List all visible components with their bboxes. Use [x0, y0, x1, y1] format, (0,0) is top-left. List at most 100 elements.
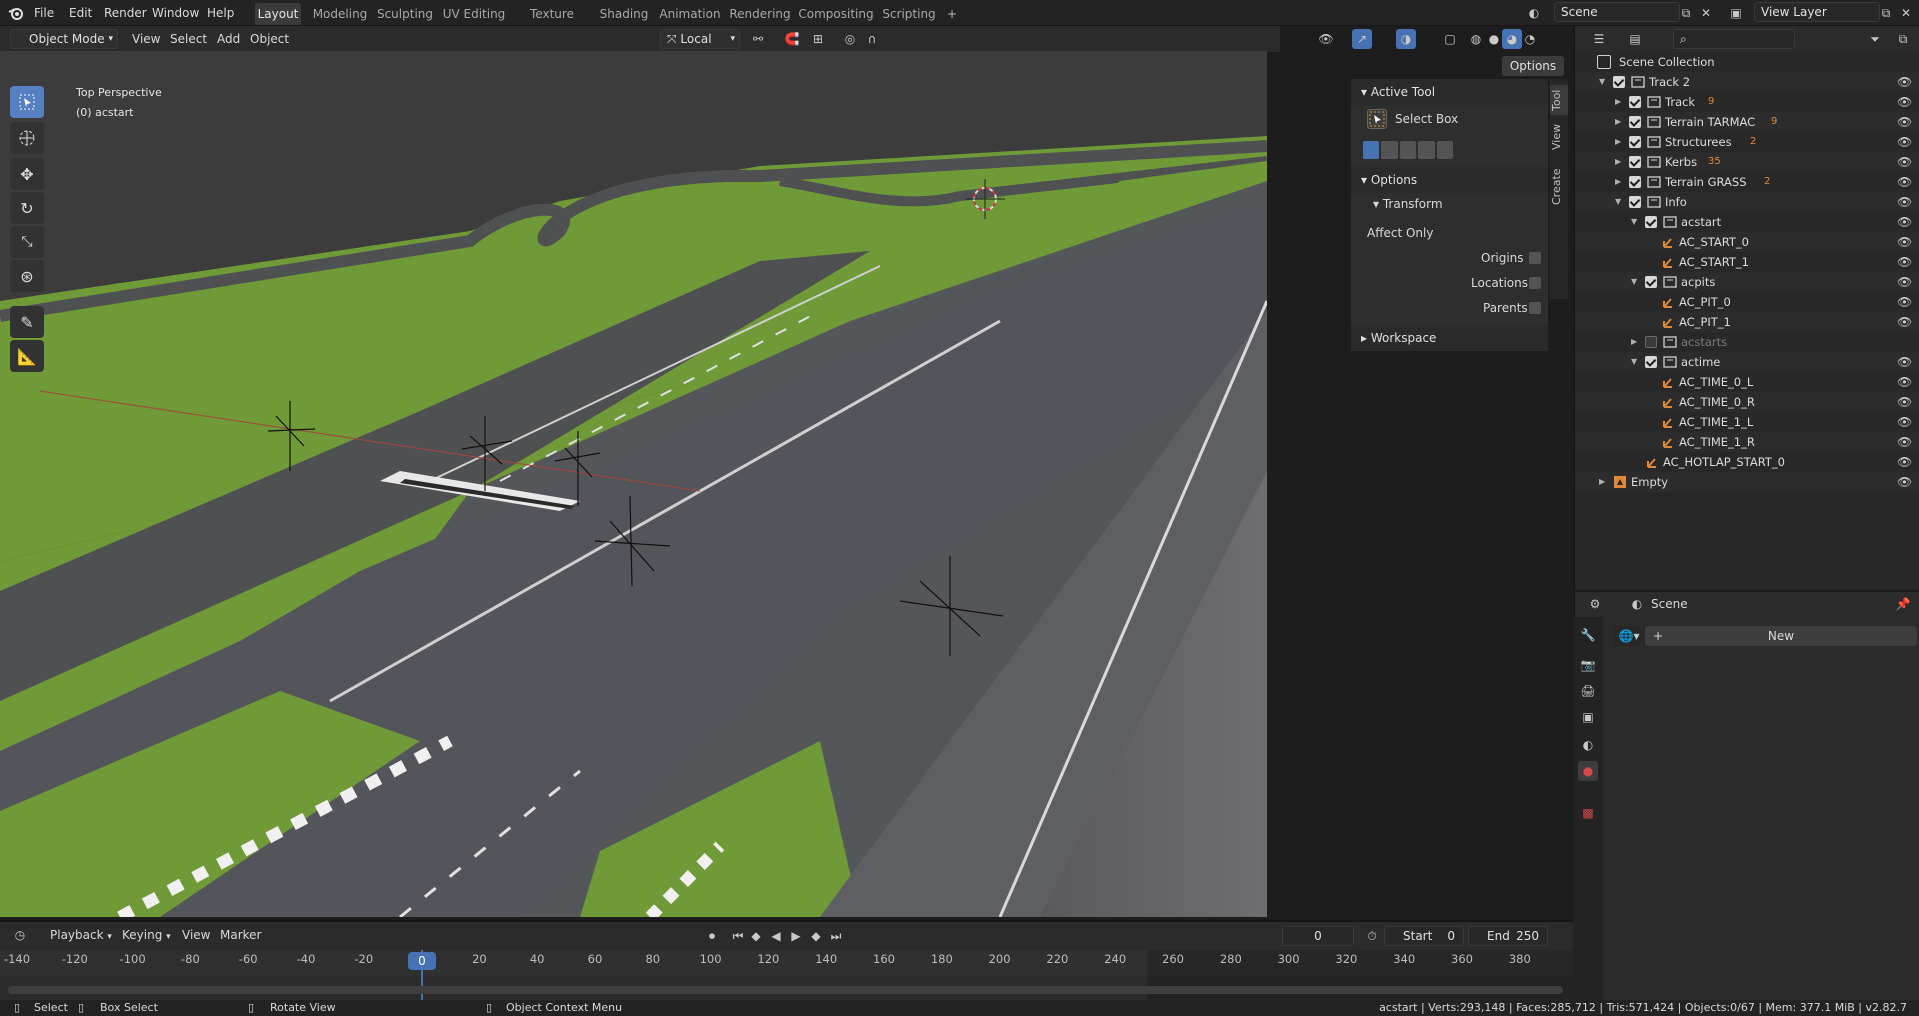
menu-marker[interactable]: Marker	[220, 926, 261, 944]
rendered-shading-icon[interactable]: ◔	[1520, 29, 1540, 49]
tab-uv-editing[interactable]: UV Editing	[440, 3, 508, 25]
tool-settings-tab-icon[interactable]: 🔧	[1578, 625, 1598, 645]
exclude-checkbox[interactable]	[1629, 196, 1641, 208]
exclude-checkbox[interactable]	[1645, 216, 1657, 228]
rotate-tool-icon[interactable]: ↻	[10, 192, 44, 224]
menu-edit[interactable]: Edit	[69, 4, 92, 22]
editor-type-icon[interactable]: ⚙	[1585, 594, 1605, 614]
visibility-eye-icon[interactable]: 👁	[1897, 152, 1913, 172]
play-icon[interactable]: ▶	[786, 926, 806, 946]
scene-new-icon[interactable]: ⧉	[1676, 3, 1696, 23]
timeline-scrollbar[interactable]	[8, 986, 1563, 994]
exclude-checkbox[interactable]	[1613, 76, 1625, 88]
add-workspace-button[interactable]: +	[942, 3, 962, 25]
expand-icon[interactable]: ▶	[1615, 172, 1621, 192]
exclude-checkbox[interactable]	[1629, 156, 1641, 168]
outliner-search-input[interactable]: ⌕	[1673, 29, 1795, 49]
expand-icon[interactable]: ▶	[1599, 472, 1605, 492]
blender-logo-icon[interactable]	[8, 5, 24, 21]
visibility-eye-icon[interactable]: 👁	[1897, 252, 1913, 272]
scene-tab-icon[interactable]: ◐	[1578, 735, 1598, 755]
solid-shading-icon[interactable]: ●	[1484, 29, 1504, 49]
exclude-checkbox[interactable]	[1645, 276, 1657, 288]
output-tab-icon[interactable]: 🖨	[1578, 681, 1598, 701]
visibility-eye-icon[interactable]: 👁	[1897, 292, 1913, 312]
outliner-row[interactable]: AC_START_1 👁	[1575, 252, 1919, 272]
view-layer-icon[interactable]: ▣	[1726, 3, 1746, 23]
measure-tool-icon[interactable]: 📐	[10, 340, 44, 372]
visibility-eye-icon[interactable]: 👁	[1897, 92, 1913, 112]
view-layer-new-icon[interactable]: ⧉	[1876, 3, 1896, 23]
collapse-icon[interactable]: ▼	[1631, 352, 1637, 372]
material-shading-icon[interactable]: ◕	[1502, 29, 1522, 49]
editor-type-icon[interactable]: ☰	[1589, 29, 1609, 49]
scale-tool-icon[interactable]: ⤡	[10, 226, 44, 258]
workspace-panel-header[interactable]: ▸ Workspace	[1351, 325, 1548, 351]
collapse-icon[interactable]: ▼	[1599, 72, 1605, 92]
mode-difference-icon[interactable]	[1418, 141, 1435, 159]
jump-keyframe-forward-icon[interactable]: ◆	[806, 926, 826, 946]
outliner-row[interactable]: AC_START_0 👁	[1575, 232, 1919, 252]
scene-remove-icon[interactable]: ✕	[1696, 3, 1716, 23]
mode-intersect-icon[interactable]	[1436, 141, 1454, 159]
visibility-eye-icon[interactable]: 👁	[1897, 392, 1913, 412]
exclude-checkbox[interactable]	[1645, 356, 1657, 368]
visibility-eye-icon[interactable]: 👁	[1897, 352, 1913, 372]
visibility-eye-icon[interactable]: 👁	[1897, 212, 1913, 232]
current-frame-field[interactable]: 0	[1282, 926, 1354, 946]
outliner-row[interactable]: ▶ Track 9 👁	[1575, 92, 1919, 112]
visibility-eye-icon[interactable]: 👁	[1897, 472, 1913, 492]
exclude-checkbox[interactable]	[1629, 136, 1641, 148]
pin-icon[interactable]: 📌	[1893, 594, 1913, 614]
outliner-row[interactable]: ▼ Track 2 👁	[1575, 72, 1919, 92]
tab-tool[interactable]: Tool	[1550, 85, 1568, 115]
outliner-row[interactable]: AC_TIME_0_L 👁	[1575, 372, 1919, 392]
tab-animation[interactable]: Animation	[658, 3, 722, 25]
display-mode-icon[interactable]: ▤	[1625, 29, 1645, 49]
locations-checkbox[interactable]	[1529, 277, 1541, 289]
select-box-tool-icon[interactable]	[10, 86, 44, 118]
new-world-button[interactable]: + New	[1645, 626, 1917, 646]
outliner-row[interactable]: AC_HOTLAP_START_0 👁	[1575, 452, 1919, 472]
mode-selector[interactable]: Object Mode ▾	[10, 29, 118, 49]
visibility-eye-icon[interactable]: 👁	[1897, 112, 1913, 132]
menu-playback[interactable]: Playback ▾	[50, 926, 112, 944]
xray-toggle-icon[interactable]: ▢	[1440, 29, 1460, 49]
view-layer-remove-icon[interactable]: ✕	[1896, 3, 1916, 23]
scene-browse-icon[interactable]: ◐	[1524, 3, 1544, 23]
expand-icon[interactable]: ▶	[1615, 112, 1621, 132]
new-collection-icon[interactable]: ⧉	[1893, 29, 1913, 49]
outliner-row[interactable]: ▼ Info 👁	[1575, 192, 1919, 212]
jump-keyframe-back-icon[interactable]: ◆	[746, 926, 766, 946]
tab-scripting[interactable]: Scripting	[880, 3, 938, 25]
collapse-icon[interactable]: ▼	[1631, 212, 1637, 232]
gizmo-toggle-icon[interactable]: ↗	[1352, 29, 1372, 49]
snap-target-icon[interactable]: ⊞	[808, 29, 828, 49]
outliner-row[interactable]: ▶ Structurees 2 👁	[1575, 132, 1919, 152]
mode-set-icon[interactable]	[1363, 141, 1380, 159]
origins-checkbox[interactable]	[1529, 252, 1541, 264]
move-tool-icon[interactable]: ✥	[10, 158, 44, 190]
menu-keying[interactable]: Keying ▾	[122, 926, 171, 944]
expand-icon[interactable]: ▶	[1631, 332, 1637, 352]
exclude-checkbox[interactable]	[1629, 96, 1641, 108]
visibility-eye-icon[interactable]: 👁	[1897, 452, 1913, 472]
menu-view[interactable]: View	[132, 30, 160, 48]
texture-tab-icon[interactable]: ▩	[1578, 803, 1598, 823]
play-reverse-icon[interactable]: ◀	[766, 926, 786, 946]
visibility-eye-icon[interactable]: 👁	[1897, 432, 1913, 452]
menu-window[interactable]: Window	[152, 4, 199, 22]
view-layer-tab-icon[interactable]: ▣	[1578, 707, 1598, 727]
annotate-tool-icon[interactable]: ✎	[10, 306, 44, 338]
tab-texture-paint[interactable]: Texture Paint	[514, 3, 590, 43]
visibility-eye-icon[interactable]: 👁	[1897, 272, 1913, 292]
cursor-tool-icon[interactable]	[10, 122, 44, 154]
view-layer-field[interactable]: View Layer	[1754, 2, 1880, 22]
exclude-checkbox[interactable]	[1645, 336, 1657, 348]
expand-icon[interactable]: ▶	[1615, 152, 1621, 172]
start-frame-field[interactable]: Start 0	[1384, 926, 1464, 946]
end-frame-field[interactable]: End 250	[1468, 926, 1548, 946]
stopwatch-icon[interactable]: ⏱	[1362, 926, 1382, 946]
outliner-row[interactable]: ▶ Kerbs 35 👁	[1575, 152, 1919, 172]
collapse-icon[interactable]: ▼	[1615, 192, 1621, 212]
